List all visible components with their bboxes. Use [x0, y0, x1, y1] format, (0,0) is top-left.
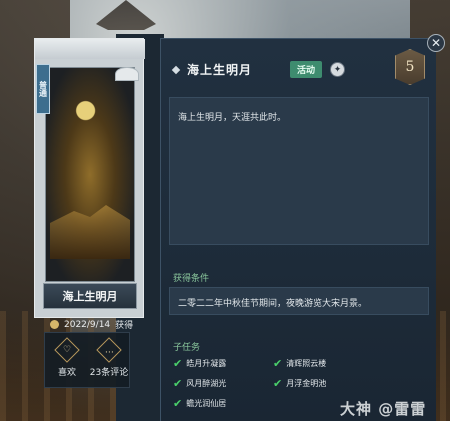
check-icon: ✔ — [273, 357, 283, 370]
subtask-item: ✔ 清辉照云楼 — [273, 357, 326, 370]
card-top-frame — [35, 39, 145, 59]
heart-icon: ♡ — [54, 337, 80, 363]
check-icon: ✔ — [273, 377, 283, 390]
check-icon: ✔ — [173, 357, 183, 370]
subtask-item: ✔ 月浮金明池 — [273, 377, 326, 390]
comments-button[interactable]: … 23条评论 — [89, 337, 129, 378]
date-icon — [50, 320, 59, 329]
tier-number: 5 — [405, 59, 415, 75]
card-name: 海上生明月 — [62, 290, 118, 303]
obtained-date: 2022/9/14 — [64, 319, 111, 330]
event-swirl-icon[interactable]: ✦ — [330, 62, 346, 77]
title-row: 海上生明月 活动 ✦ — [171, 61, 346, 78]
tier-badge: 5 — [395, 49, 425, 85]
subtask-label: 蟾光润仙居 — [186, 399, 227, 408]
subtask-item: ✔ 蟾光润仙居 — [173, 397, 226, 410]
detail-panel: 海上生明月 活动 ✦ 5 海上生明月，天涯共此时。 获得条件 二零二二年中秋佳节… — [160, 38, 436, 421]
diamond-bullet-icon — [171, 65, 181, 74]
event-tag: 活动 — [290, 61, 323, 78]
close-button[interactable]: ✕ — [427, 34, 445, 52]
description-box: 海上生明月，天涯共此时。 — [169, 97, 429, 245]
achievement-card[interactable]: 海上生明月 — [34, 38, 145, 318]
detail-title: 海上生明月 — [187, 63, 253, 77]
check-icon: ✔ — [173, 377, 183, 390]
subtask-item: ✔ 风月醉湖光 — [173, 377, 226, 390]
condition-text: 二零二二年中秋佳节期间，夜晚游览大宋月景。 — [178, 299, 368, 309]
obtained-date-row: 2022/9/14 获得 — [50, 318, 133, 331]
subtasks-label: 子任务 — [173, 343, 201, 353]
comments-label: 23条评论 — [89, 368, 129, 378]
check-icon: ✔ — [173, 397, 183, 410]
card-name-bar: 海上生明月 — [43, 283, 137, 309]
rarity-ribbon: 普通 — [36, 64, 50, 114]
condition-label: 获得条件 — [173, 274, 210, 284]
watermark: 大神 @雷雷eve — [340, 400, 427, 421]
subtask-item: ✔ 皓月升凝露 — [173, 357, 226, 370]
description-text: 海上生明月，天涯共此时。 — [178, 113, 287, 123]
subtask-label: 清辉照云楼 — [286, 359, 327, 368]
subtask-label: 月浮金明池 — [286, 379, 327, 388]
subtask-label: 皓月升凝露 — [186, 359, 227, 368]
like-label: 喜欢 — [57, 368, 76, 378]
close-icon: ✕ — [430, 36, 442, 50]
comment-bubble-icon: … — [96, 337, 122, 363]
obtained-label: 获得 — [115, 321, 134, 331]
subtask-label: 风月醉湖光 — [186, 379, 227, 388]
like-button[interactable]: ♡ 喜欢 — [47, 337, 87, 378]
card-ornament-icon — [115, 67, 139, 81]
card-actions: ♡ 喜欢 … 23条评论 — [44, 332, 130, 388]
condition-box: 二零二二年中秋佳节期间，夜晚游览大宋月景。 — [169, 287, 429, 315]
